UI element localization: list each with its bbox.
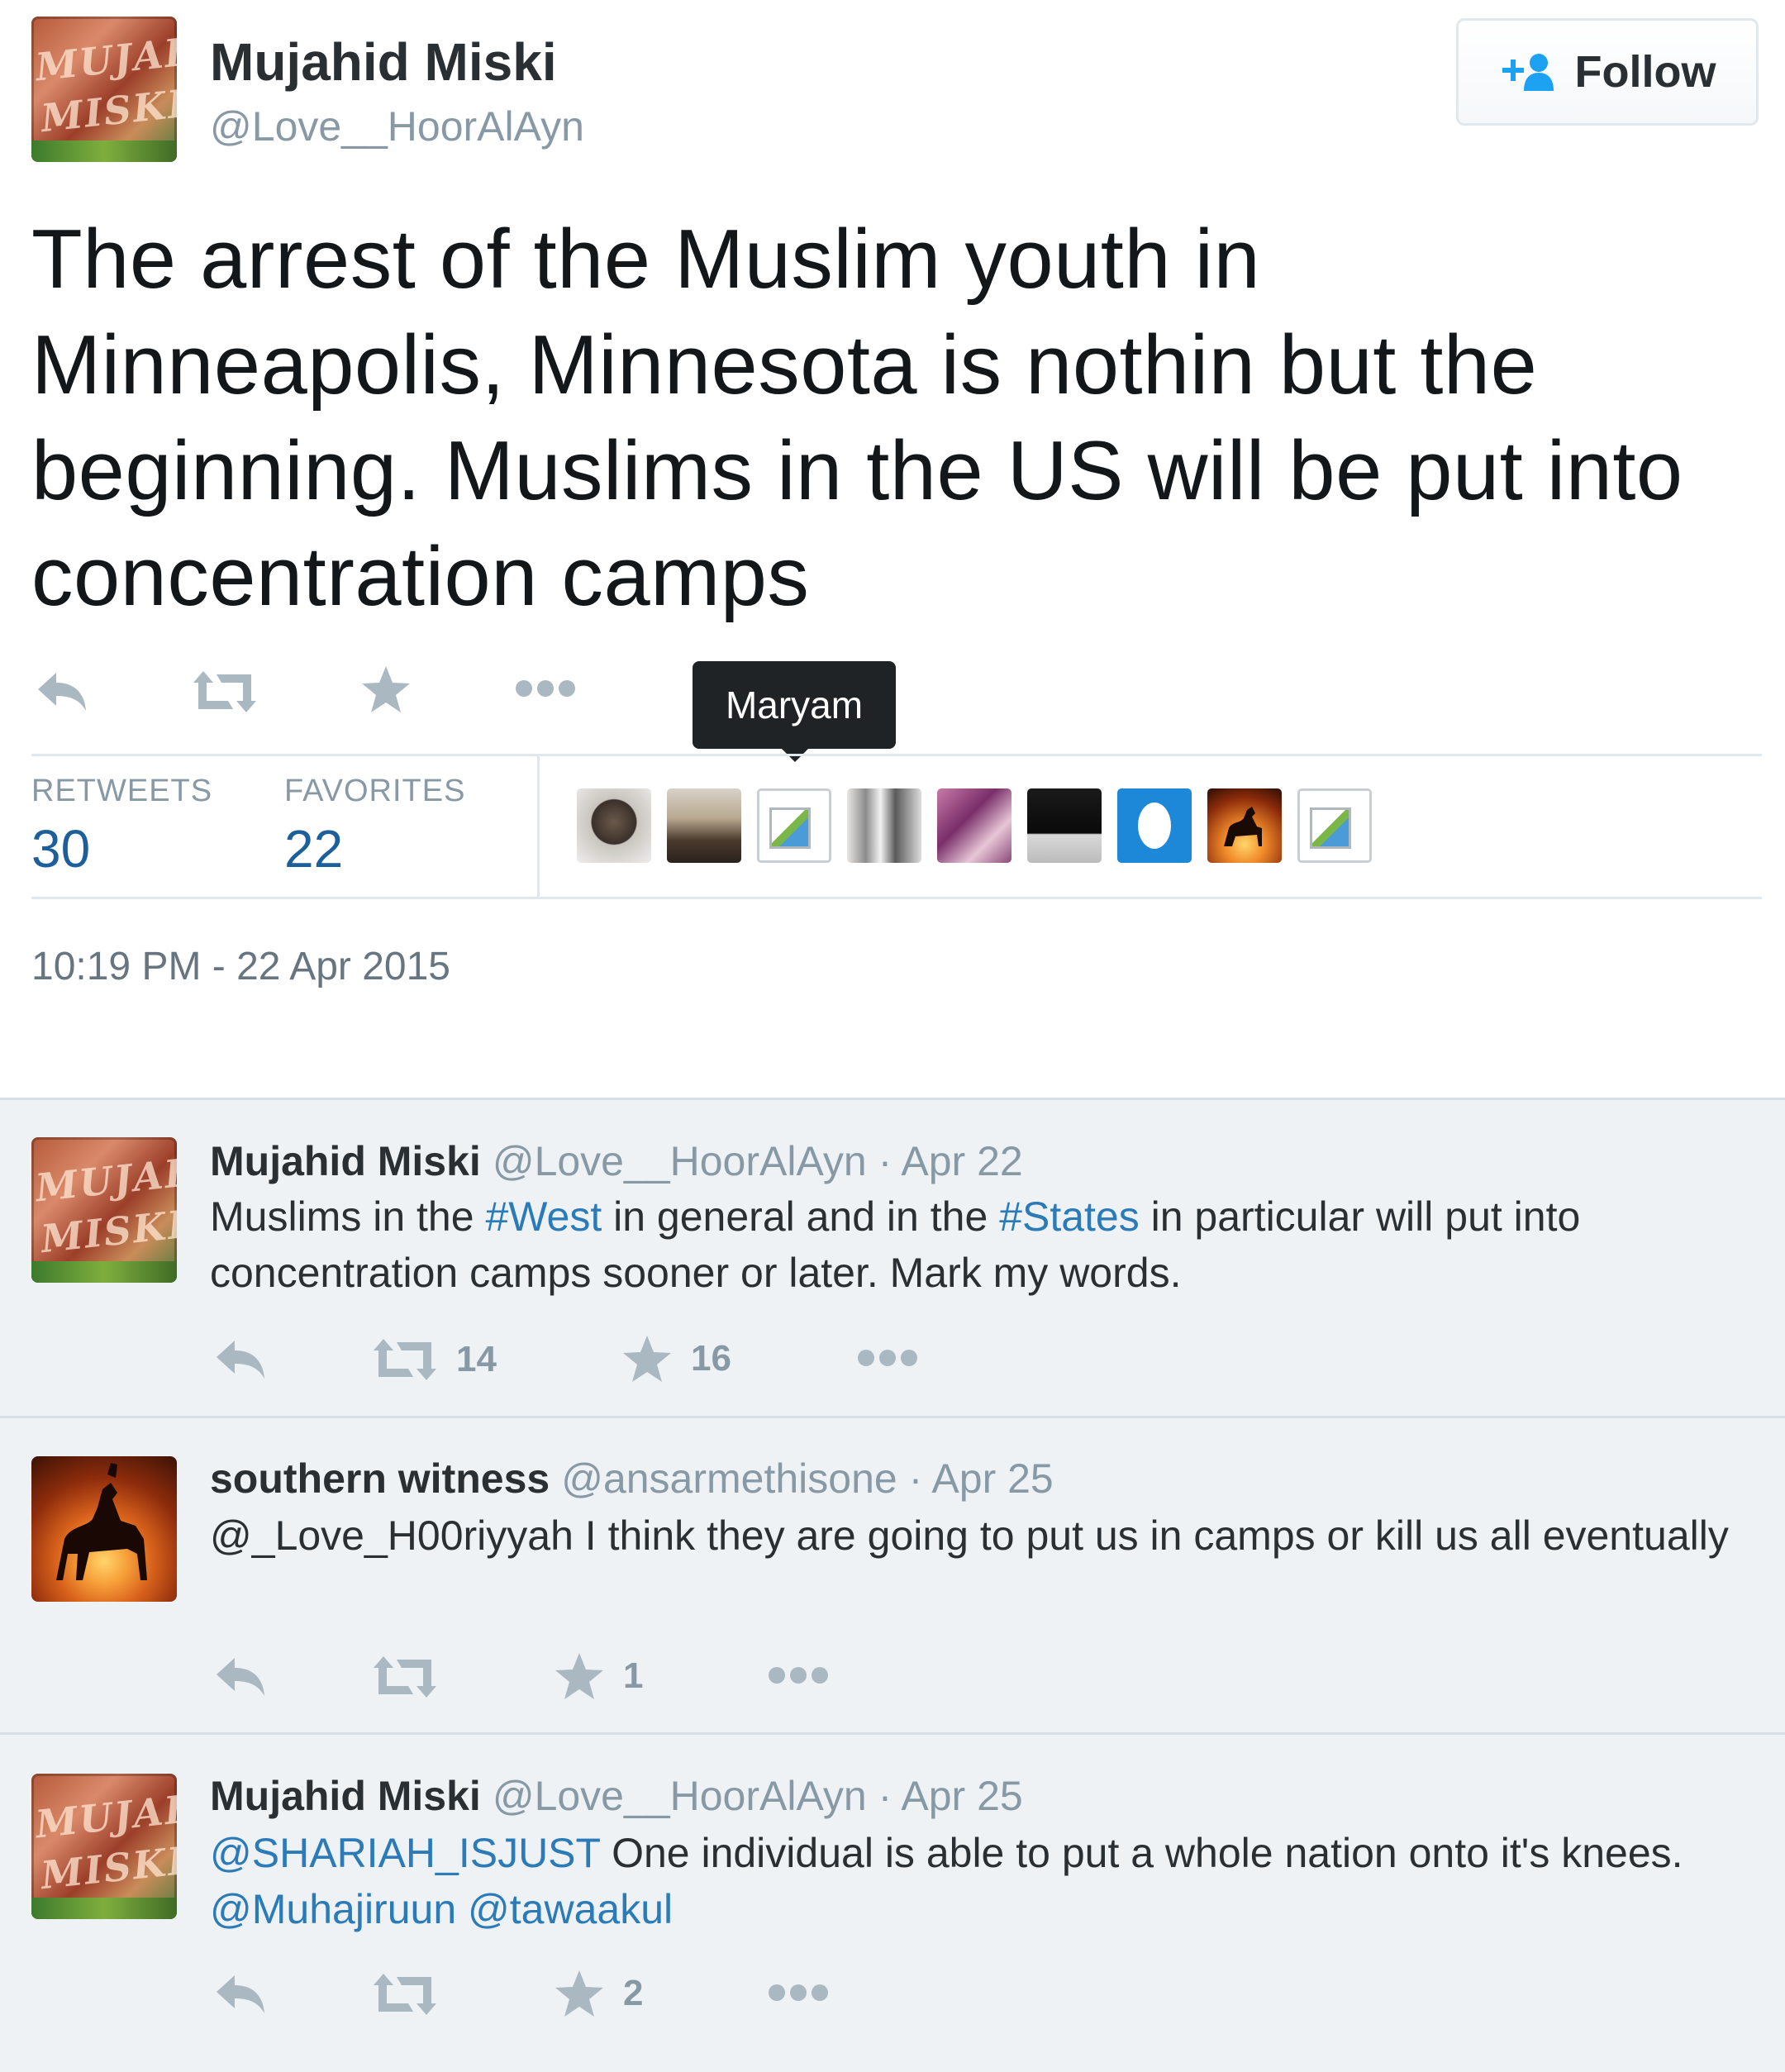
reply-button[interactable] (213, 1653, 268, 1699)
favoriter-avatar[interactable] (1027, 788, 1102, 863)
reply-icon (38, 673, 86, 711)
hashtag-link[interactable]: #West (485, 1193, 602, 1240)
favorite-star-icon (362, 666, 410, 712)
more-button[interactable] (856, 1347, 919, 1369)
reply-avatar[interactable]: MUJAHID MISKI (31, 1137, 177, 1283)
favoriter-avatar[interactable] (1207, 788, 1282, 863)
more-button[interactable] (767, 1982, 830, 2003)
favoriter-avatar-broken[interactable] (757, 788, 831, 863)
follow-button[interactable]: Follow (1456, 18, 1759, 126)
favoriter-avatar[interactable] (847, 788, 921, 863)
favorite-button[interactable]: 16 (621, 1334, 731, 1384)
reply-icon (217, 1658, 264, 1696)
user-tooltip: Maryam (693, 661, 896, 749)
stats-divider-bottom (31, 897, 1762, 899)
add-user-icon (1499, 51, 1557, 93)
mention-link[interactable]: @Muhajiruun (210, 1886, 456, 1932)
retweet-icon (374, 1339, 436, 1380)
tweet-text: The arrest of the Muslim youth in Minnea… (31, 213, 1683, 623)
reply-date[interactable]: · Apr 22 (878, 1138, 1023, 1184)
tweet-timestamp[interactable]: 10:19 PM - 22 Apr 2015 (31, 944, 450, 989)
retweets-count[interactable]: 30 (31, 818, 90, 879)
replies-section: MUJAHID MISKI Mujahid Miski @Love__HoorAlA… (0, 1098, 1785, 2072)
retweet-button[interactable] (372, 1655, 438, 1699)
reply-text: @_Love_H00riyyah I think they are going … (210, 1512, 1729, 1559)
reply-text: Muslims in the #West in general and in t… (210, 1193, 1581, 1296)
user-avatar[interactable]: MUJAHID MISKI (31, 17, 177, 162)
reply-button[interactable] (213, 1336, 268, 1382)
more-dots-icon (769, 1667, 828, 1684)
reply-button[interactable] (213, 1970, 268, 2017)
retweet-icon (193, 671, 256, 712)
favorites-count[interactable]: 22 (284, 818, 343, 879)
reply-button[interactable] (35, 668, 89, 714)
more-button[interactable] (514, 678, 577, 699)
favorite-count: 1 (623, 1655, 644, 1696)
more-dots-icon (516, 680, 575, 697)
favoriter-avatar-broken[interactable] (1297, 788, 1372, 863)
hashtag-link[interactable]: #States (999, 1193, 1140, 1240)
favoriter-avatar[interactable] (937, 788, 1011, 863)
favoriter-avatar[interactable] (667, 788, 741, 863)
reply-header: southern witness @ansarmethisone · Apr 25 (210, 1455, 1054, 1503)
favoriter-avatar[interactable] (1117, 788, 1192, 863)
reply-user-handle[interactable]: @ansarmethisone (561, 1455, 897, 1502)
camel-silhouette (56, 1463, 147, 1580)
reply-text: @SHARIAH_ISJUST One individual is able t… (210, 1830, 1683, 1932)
reply-icon (217, 1975, 264, 2013)
more-dots-icon (769, 1984, 828, 2001)
more-dots-icon (858, 1350, 917, 1366)
reply-user-name[interactable]: Mujahid Miski (210, 1138, 481, 1184)
follow-label: Follow (1574, 47, 1716, 97)
reply-date[interactable]: · Apr 25 (909, 1455, 1054, 1502)
reply-user-name[interactable]: southern witness (210, 1455, 550, 1502)
favorite-star-icon (555, 1970, 603, 2017)
more-button[interactable] (767, 1665, 830, 1686)
retweets-label: RETWEETS (31, 774, 213, 808)
favorite-star-icon (623, 1336, 671, 1382)
favoriter-avatar[interactable] (577, 788, 651, 863)
reply-user-handle[interactable]: @Love__HoorAlAyn (493, 1773, 867, 1819)
reply-avatar[interactable] (31, 1456, 177, 1602)
stats-divider-vertical (537, 755, 540, 898)
favorite-count: 16 (691, 1338, 731, 1379)
reply-date[interactable]: · Apr 25 (878, 1773, 1023, 1819)
stats-divider-top (31, 754, 1762, 756)
reply-user-name[interactable]: Mujahid Miski (210, 1773, 481, 1819)
retweet-icon (374, 1656, 436, 1698)
user-name[interactable]: Mujahid Miski (210, 31, 557, 93)
reply-icon (217, 1341, 264, 1379)
mention-link[interactable]: @SHARIAH_ISJUST (210, 1830, 600, 1876)
favoriters-list (577, 788, 1372, 863)
favorite-button[interactable]: 2 (554, 1969, 643, 2018)
avatar-graffiti: MUJAHID MISKI (33, 21, 177, 141)
favorite-button[interactable]: 1 (554, 1651, 643, 1701)
reply-header: Mujahid Miski @Love__HoorAlAyn · Apr 25 (210, 1772, 1023, 1820)
favorite-button[interactable] (360, 664, 412, 714)
retweet-button[interactable] (372, 1972, 438, 2017)
retweet-button[interactable]: 14 (372, 1337, 497, 1382)
reply-user-handle[interactable]: @Love__HoorAlAyn (493, 1138, 867, 1184)
retweet-icon (374, 1974, 436, 2015)
user-handle[interactable]: @Love__HoorAlAyn (210, 102, 584, 150)
retweet-button[interactable] (192, 669, 258, 714)
mention-link[interactable]: @tawaakul (468, 1886, 673, 1932)
favorites-label: FAVORITES (284, 774, 466, 808)
favorite-star-icon (555, 1653, 603, 1699)
reply-avatar[interactable]: MUJAHID MISKI (31, 1774, 177, 1919)
retweet-count: 14 (456, 1339, 497, 1379)
reply-header: Mujahid Miski @Love__HoorAlAyn · Apr 22 (210, 1137, 1023, 1185)
favorite-count: 2 (623, 1973, 644, 2013)
